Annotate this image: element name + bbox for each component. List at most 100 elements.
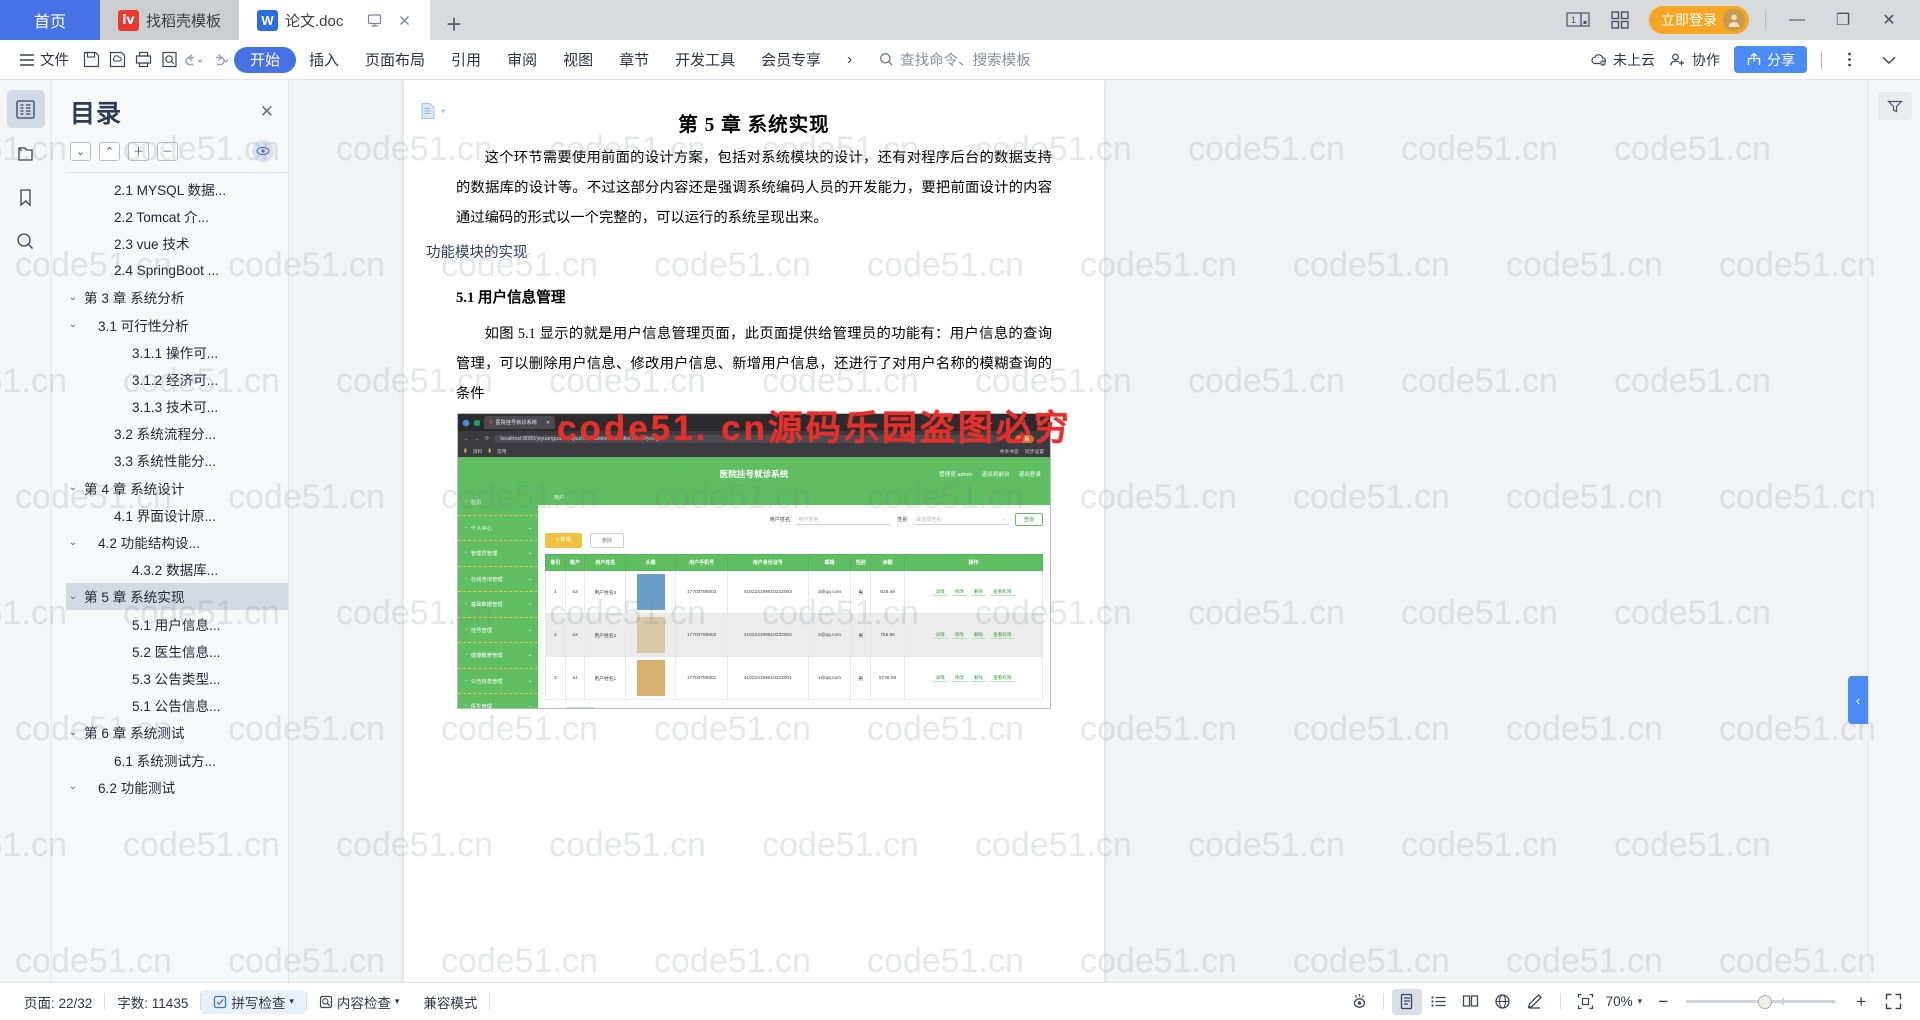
fullscreen-icon[interactable] [1878,989,1908,1015]
search-panel-icon[interactable] [7,222,45,260]
left-rail [0,80,52,982]
tab-close-icon[interactable] [397,13,412,28]
toc-item[interactable]: 3.3 系统性能分... [66,447,288,474]
tab-document[interactable]: W 论文.doc [239,0,431,40]
print-layout-view-icon[interactable] [1391,988,1422,1015]
chevron-down-icon[interactable]: ⌄ [66,319,80,330]
zoom-slider[interactable] [1686,994,1837,1009]
save-as-cloud-icon[interactable] [104,47,130,73]
chevron-down-icon[interactable]: ⌄ [66,727,80,738]
toc-item[interactable]: 5.1 用户信息... [66,610,288,637]
toc-item[interactable]: ⌄ 第 3 章 系统分析 [66,284,288,311]
redo-icon[interactable] [208,47,234,73]
tab-start[interactable]: 开始 [234,46,297,73]
save-icon[interactable] [78,47,104,73]
document-canvas[interactable]: ▾ 第 5 章 系统实现 这个环节需要使用前面的设计方案，包括对系统模块的设计，… [289,80,1868,982]
toc-close-icon[interactable]: ✕ [260,102,274,122]
collapse-right-panel-button[interactable]: ‹ [1848,676,1868,724]
page-count-icon[interactable]: 1 [1565,7,1591,33]
toc-item[interactable]: 6.1 系统测试方... [66,746,288,773]
bookmark-panel-icon[interactable] [7,178,45,216]
toc-item[interactable]: 4.3.2 数据库... [66,556,288,583]
toc-item[interactable]: ⌄ 第 5 章 系统实现 [66,582,288,610]
page-indicator[interactable]: 页面: 22/32 [12,990,104,1014]
thumbnail-panel-icon[interactable] [7,134,45,172]
tab-overflow-arrow[interactable]: › [834,47,865,73]
toc-item[interactable]: 2.3 vue 技术 [66,229,288,256]
print-preview-icon[interactable] [156,47,182,73]
undo-icon[interactable] [182,47,208,73]
contentcheck-button[interactable]: 内容检查 ▾ [307,990,412,1014]
chevron-down-icon[interactable]: ⌄ [66,591,80,602]
toc-list[interactable]: 2.1 MYSQL 数据... 2.2 Tomcat 介... 2.3 vue 技术… [66,172,288,982]
file-menu-button[interactable]: 文件 [10,45,78,75]
reading-view-icon[interactable] [1456,989,1486,1015]
toc-item[interactable]: 4.1 界面设计原... [66,501,288,528]
focus-mode-icon[interactable] [1345,989,1375,1015]
outline-panel-icon[interactable] [6,90,45,128]
tab-view[interactable]: 视图 [550,47,606,73]
increase-level-icon[interactable]: ＋ [128,141,149,161]
print-icon[interactable] [130,47,156,73]
toc-item[interactable]: 3.2 系统流程分... [66,420,288,447]
toc-item[interactable]: 5.3 公告类型... [66,664,288,691]
grid-view-icon[interactable] [1607,7,1633,33]
spellcheck-button[interactable]: 拼写检查 ▾ [201,989,306,1014]
paragraph-style-icon[interactable]: ▾ [420,102,446,120]
zoom-slider-handle[interactable] [1758,994,1773,1009]
window-close-button[interactable]: ✕ [1874,10,1904,30]
zoom-level[interactable]: 70% [1603,994,1636,1009]
collapse-up-icon[interactable]: ⌃ [99,141,120,161]
tab-monitor-icon[interactable] [366,12,383,29]
toc-visibility-icon[interactable] [252,140,274,162]
toc-item[interactable]: 2.4 SpringBoot ... [66,257,288,284]
tab-review[interactable]: 审阅 [494,47,550,73]
search-input[interactable]: 查找命令、搜索模板 [879,49,1031,70]
new-tab-button[interactable]: + [430,9,477,40]
tab-member-exclusive[interactable]: 会员专享 [748,47,834,73]
zoom-out-button[interactable]: − [1644,992,1676,1012]
tab-references[interactable]: 引用 [438,47,494,73]
more-options-icon[interactable] [1836,47,1862,73]
toc-item[interactable]: ⌄ 3.1 可行性分析 [66,311,288,338]
expand-down-icon[interactable]: ⌄ [70,141,91,161]
tab-docer-template[interactable]: ⅳ 找稻壳模板 [100,0,240,40]
toc-item[interactable]: ⌄ 6.2 功能测试 [66,773,288,800]
toc-item[interactable]: 5.1 公告信息... [66,692,288,719]
share-button[interactable]: 分享 [1734,46,1807,73]
toc-item[interactable]: 3.1.2 经济可... [66,365,288,392]
chevron-down-icon[interactable]: ⌄ [66,781,80,792]
zoom-dropdown-icon[interactable]: ▾ [1638,996,1643,1007]
window-minimize-button[interactable]: — [1782,11,1812,29]
collapse-ribbon-icon[interactable] [1876,47,1902,73]
web-view-icon[interactable] [1488,989,1518,1015]
decrease-level-icon[interactable]: － [157,141,178,161]
toc-item[interactable]: ⌄ 第 6 章 系统测试 [66,719,288,746]
ink-annotation-icon[interactable] [1520,989,1550,1015]
tab-insert[interactable]: 插入 [296,47,352,73]
login-button[interactable]: 立即登录 [1649,6,1749,34]
outline-view-icon[interactable] [1424,989,1454,1015]
collaborate-button[interactable]: 协作 [1669,50,1720,70]
toc-item[interactable]: 2.1 MYSQL 数据... [66,175,288,202]
toc-item[interactable]: 3.1.1 操作可... [66,338,288,365]
right-panel-toggle-icon[interactable] [1877,92,1912,120]
fit-page-icon[interactable] [1571,989,1601,1015]
word-count[interactable]: 字数: 11435 [105,990,200,1014]
toc-item[interactable]: ⌄ 4.2 功能结构设... [66,528,288,555]
window-restore-button[interactable]: ❐ [1828,10,1858,30]
toc-item[interactable]: 3.1.3 技术可... [66,393,288,420]
tab-page-layout[interactable]: 页面布局 [352,47,438,73]
chevron-down-icon[interactable]: ⌄ [66,537,80,548]
toc-item[interactable]: 2.2 Tomcat 介... [66,202,288,229]
cloud-status-button[interactable]: 未上云 [1590,50,1655,70]
toc-item[interactable]: 5.2 医生信息... [66,637,288,664]
chevron-down-icon[interactable]: ⌄ [66,292,80,303]
tab-developer-tools[interactable]: 开发工具 [662,47,748,73]
document-page[interactable]: ▾ 第 5 章 系统实现 这个环节需要使用前面的设计方案，包括对系统模块的设计，… [404,80,1104,982]
tab-home[interactable]: 首页 [0,0,100,40]
tab-section[interactable]: 章节 [606,47,662,73]
chevron-down-icon[interactable]: ⌄ [66,482,80,493]
toc-item[interactable]: ⌄ 第 4 章 系统设计 [66,474,288,501]
zoom-in-button[interactable]: + [1846,992,1876,1012]
